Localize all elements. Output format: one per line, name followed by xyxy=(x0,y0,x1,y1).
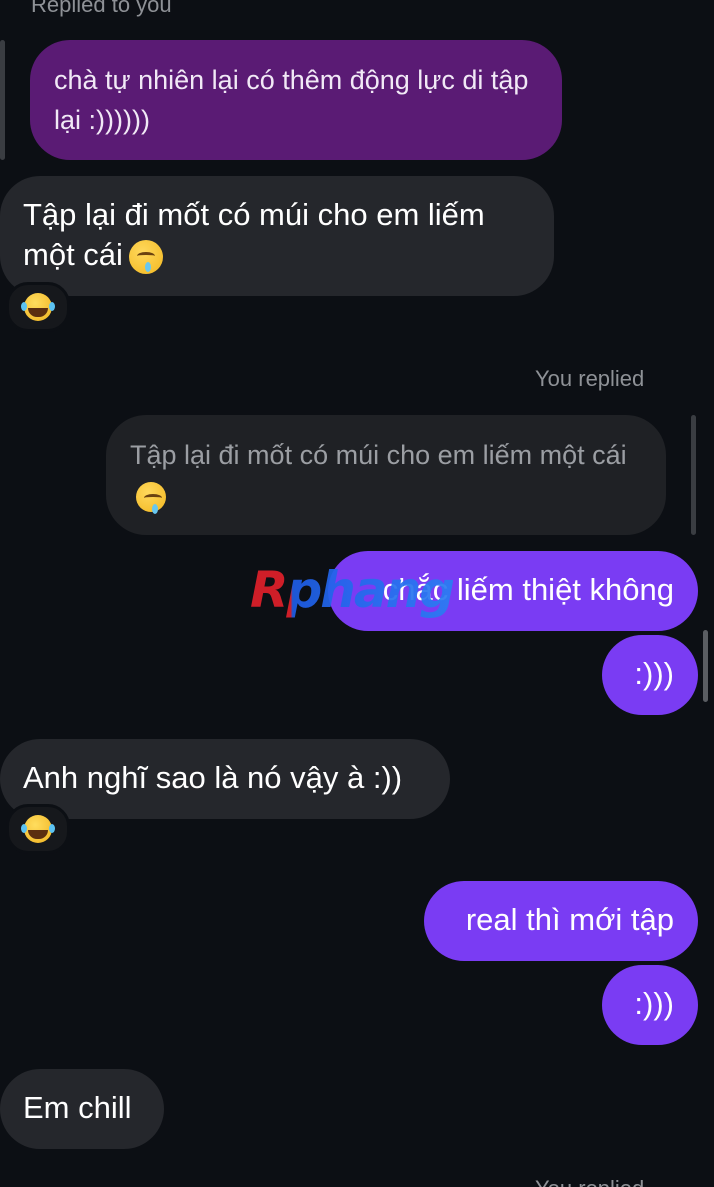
reaction-badge[interactable] xyxy=(6,804,70,854)
you-replied-label: You replied xyxy=(535,366,645,391)
reply-indicator-bar xyxy=(0,40,5,160)
outgoing-message-bubble[interactable]: chắc liếm thiệt không xyxy=(328,551,698,631)
message-text: Anh nghĩ sao là nó vậy à :)) xyxy=(23,760,403,795)
drooling-face-icon xyxy=(128,239,163,274)
message-text: :))) xyxy=(634,986,674,1021)
message-text: :))) xyxy=(634,656,674,691)
quoted-message-text: chà tự nhiên lại có thêm động lực di tập… xyxy=(54,65,529,135)
scroll-indicator[interactable] xyxy=(703,630,708,702)
message-text: Tập lại đi mốt có múi cho em liếm một cá… xyxy=(23,197,485,272)
reaction-badge[interactable] xyxy=(6,282,70,332)
quoted-message-bubble[interactable]: Tập lại đi mốt có múi cho em liếm một cá… xyxy=(106,415,666,535)
message-text: chắc liếm thiệt không xyxy=(382,572,674,607)
incoming-message-bubble[interactable]: Em chill xyxy=(0,1069,164,1149)
replied-to-you-label: Replied to you xyxy=(31,0,172,17)
chat-screen: Replied to you chà tự nhiên lại có thêm … xyxy=(0,0,714,1187)
message-text: Em chill xyxy=(23,1090,132,1125)
message-text: real thì mới tập xyxy=(465,902,674,937)
outgoing-message-bubble[interactable]: real thì mới tập xyxy=(424,881,698,961)
you-replied-label: You replied xyxy=(535,1176,644,1187)
face-with-tears-of-joy-icon xyxy=(21,815,52,843)
outgoing-message-bubble[interactable]: :))) xyxy=(602,965,698,1045)
incoming-message-bubble[interactable]: Tập lại đi mốt có múi cho em liếm một cá… xyxy=(0,176,554,296)
reply-indicator-bar xyxy=(691,415,696,535)
outgoing-message-bubble[interactable]: :))) xyxy=(602,635,698,715)
incoming-message-bubble[interactable]: Anh nghĩ sao là nó vậy à :)) xyxy=(0,739,450,819)
drooling-face-icon xyxy=(136,481,166,514)
quoted-message-bubble[interactable]: chà tự nhiên lại có thêm động lực di tập… xyxy=(30,40,562,160)
quoted-message-text: Tập lại đi mốt có múi cho em liếm một cá… xyxy=(130,440,627,470)
face-with-tears-of-joy-icon xyxy=(21,293,52,321)
